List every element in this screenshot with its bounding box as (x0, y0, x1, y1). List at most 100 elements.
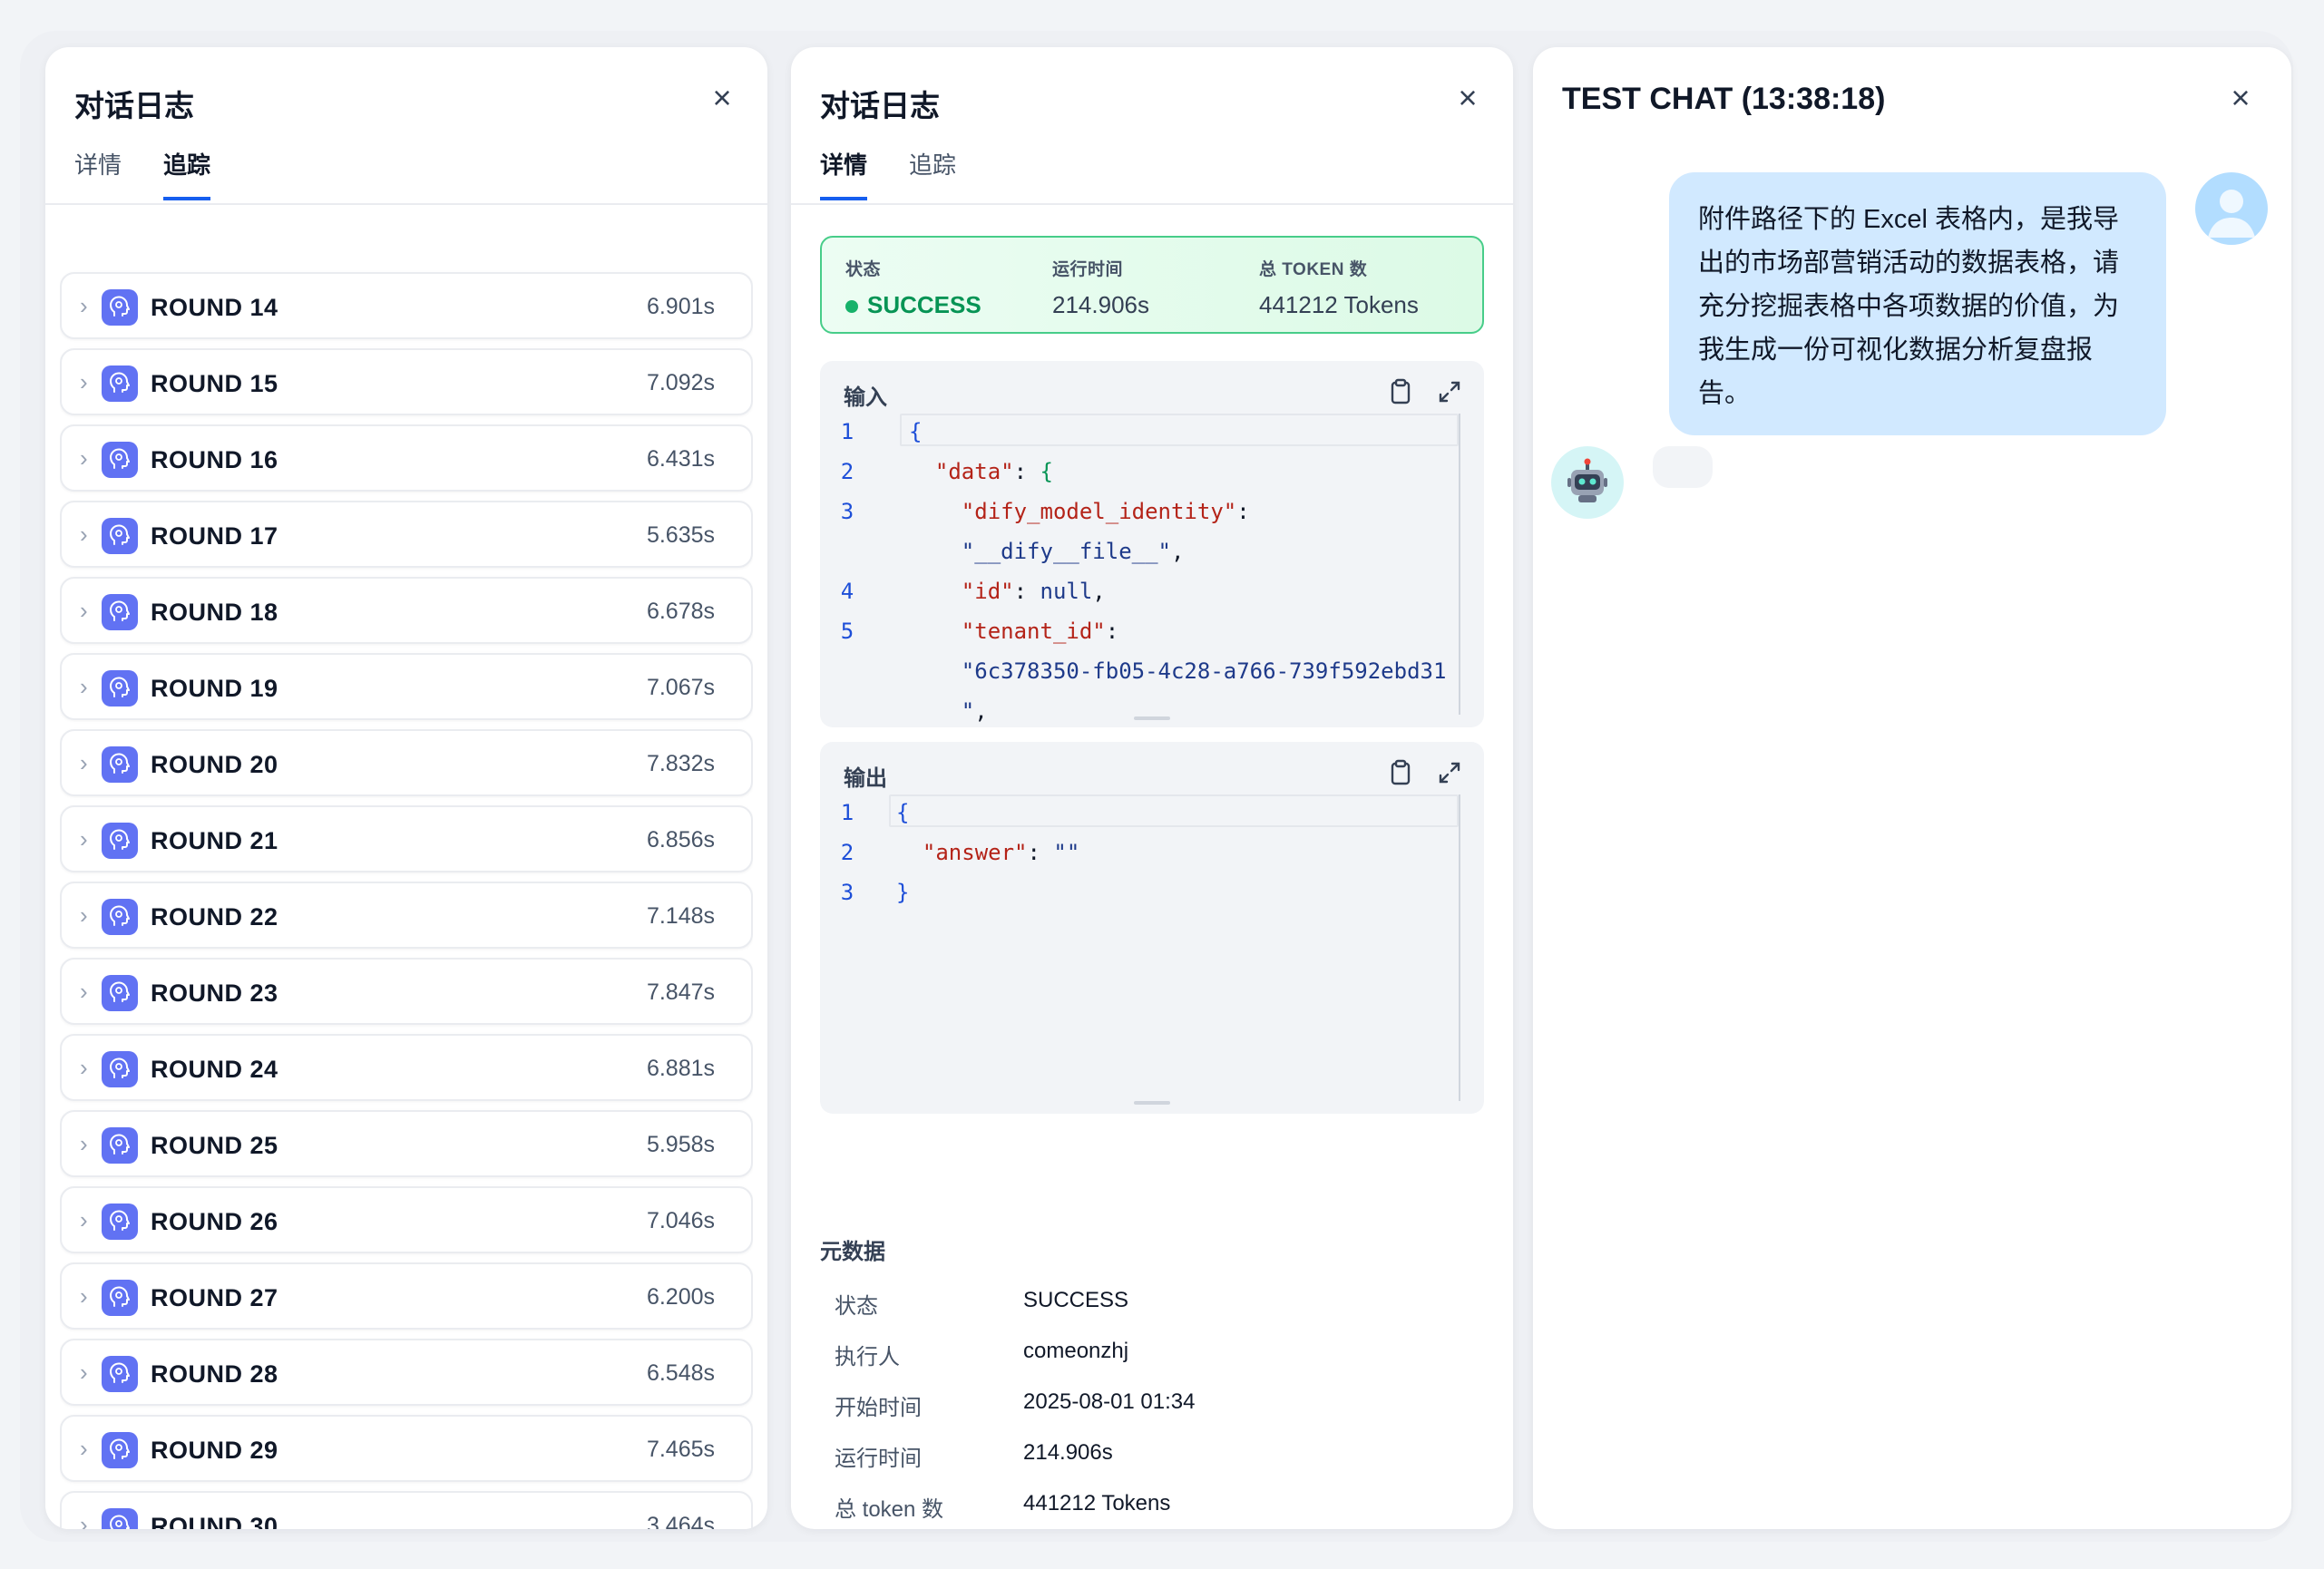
chevron-right-icon[interactable]: › (80, 1282, 88, 1310)
line-number: 5 (840, 619, 854, 644)
chevron-right-icon[interactable]: › (80, 749, 88, 776)
code-token: : (1013, 579, 1040, 604)
status-text: SUCCESS (867, 291, 981, 318)
code-text: { (909, 419, 922, 444)
round-item[interactable]: › ROUND 18 6.678s (60, 577, 753, 644)
line-number: 2 (840, 840, 854, 865)
round-item[interactable]: › ROUND 20 7.832s (60, 729, 753, 796)
code-token: "data" (934, 459, 1014, 484)
chevron-right-icon[interactable]: › (80, 825, 88, 853)
round-duration: 7.465s (646, 1437, 715, 1462)
round-label: ROUND 19 (151, 675, 278, 702)
code-token: : (1105, 619, 1119, 644)
metadata-key: 执行人 (835, 1345, 900, 1369)
round-label: ROUND 30 (151, 1513, 278, 1529)
round-label: ROUND 16 (151, 446, 278, 473)
round-item[interactable]: › ROUND 23 7.847s (60, 958, 753, 1025)
round-duration: 3.464s (646, 1513, 715, 1529)
runtime-column: 运行时间 214.906s (1052, 256, 1149, 319)
round-label: ROUND 21 (151, 827, 278, 854)
bot-typing-bubble (1653, 446, 1713, 488)
input-title: 输入 (844, 385, 887, 410)
brain-icon (102, 518, 138, 554)
round-item[interactable]: › ROUND 16 6.431s (60, 424, 753, 492)
resize-handle[interactable] (1134, 716, 1170, 720)
vertical-scrollbar[interactable] (1459, 794, 1460, 1101)
resize-handle[interactable] (1134, 1101, 1170, 1105)
tab-detail[interactable]: 详情 (820, 147, 868, 200)
tab-divider (791, 203, 1513, 205)
round-item[interactable]: › ROUND 26 7.046s (60, 1186, 753, 1253)
code-token: "answer" (922, 840, 1028, 865)
runtime-value: 214.906s (1052, 291, 1149, 318)
brain-icon (102, 442, 138, 478)
chevron-right-icon[interactable]: › (80, 1435, 88, 1462)
code-text: { (896, 800, 909, 825)
brain-icon (102, 1356, 138, 1392)
round-label: ROUND 26 (151, 1208, 278, 1235)
clipboard-icon[interactable] (1384, 756, 1417, 789)
round-item[interactable]: › ROUND 25 5.958s (60, 1110, 753, 1177)
line-number: 1 (840, 800, 854, 825)
expand-icon[interactable] (1433, 756, 1466, 789)
chevron-right-icon[interactable]: › (80, 1511, 88, 1529)
chevron-right-icon[interactable]: › (80, 521, 88, 548)
code-token: "__dify__file__" (961, 539, 1171, 564)
chevron-right-icon[interactable]: › (80, 597, 88, 624)
code-token: null (1040, 579, 1093, 604)
user-message-bubble: 附件路径下的 Excel 表格内，是我导出的市场部营销活动的数据表格，请充分挖掘… (1669, 172, 2166, 435)
user-avatar-icon (2195, 172, 2268, 245)
metadata-key: 总 token 数 (835, 1497, 944, 1522)
chevron-right-icon[interactable]: › (80, 1130, 88, 1157)
round-duration: 7.046s (646, 1208, 715, 1233)
round-item[interactable]: › ROUND 19 7.067s (60, 653, 753, 720)
round-item[interactable]: › ROUND 29 7.465s (60, 1415, 753, 1482)
round-item[interactable]: › ROUND 21 6.856s (60, 805, 753, 872)
round-item[interactable]: › ROUND 14 6.901s (60, 272, 753, 339)
metadata-value: 2025-08-01 01:34 (1023, 1389, 1196, 1414)
round-item[interactable]: › ROUND 17 5.635s (60, 501, 753, 568)
round-item[interactable]: › ROUND 15 7.092s (60, 348, 753, 415)
status-value: SUCCESS (845, 291, 981, 319)
chevron-right-icon[interactable]: › (80, 673, 88, 700)
expand-icon[interactable] (1433, 375, 1466, 408)
code-text: "__dify__file__", (909, 539, 1185, 564)
round-duration: 7.148s (646, 903, 715, 929)
round-item[interactable]: › ROUND 28 6.548s (60, 1339, 753, 1406)
round-item[interactable]: › ROUND 24 6.881s (60, 1034, 753, 1101)
status-column: 状态 SUCCESS (845, 256, 981, 319)
brain-icon (102, 823, 138, 859)
chevron-right-icon[interactable]: › (80, 901, 88, 929)
metadata-value: comeonzhj (1023, 1339, 1129, 1363)
chevron-right-icon[interactable]: › (80, 978, 88, 1005)
chevron-right-icon[interactable]: › (80, 368, 88, 395)
tab-detail[interactable]: 详情 (74, 147, 122, 197)
chevron-right-icon[interactable]: › (80, 444, 88, 472)
code-token: { (1040, 459, 1053, 484)
tab-trace[interactable]: 追踪 (909, 147, 956, 197)
line-number: 4 (840, 579, 854, 604)
status-card: 状态 SUCCESS 运行时间 214.906s 总 TOKEN 数 44121… (820, 236, 1484, 334)
brain-icon (102, 899, 138, 935)
code-text: "dify_model_identity": (909, 499, 1250, 524)
panel-title: 对话日志 (74, 89, 194, 122)
round-label: ROUND 17 (151, 522, 278, 550)
chevron-right-icon[interactable]: › (80, 292, 88, 319)
clipboard-icon[interactable] (1384, 375, 1417, 408)
input-code[interactable]: 1{2 "data": {3 "dify_model_identity": "_… (820, 414, 1459, 724)
brain-icon (102, 1280, 138, 1316)
close-icon[interactable]: × (2222, 80, 2259, 116)
chevron-right-icon[interactable]: › (80, 1054, 88, 1081)
chevron-right-icon[interactable]: › (80, 1359, 88, 1386)
chevron-right-icon[interactable]: › (80, 1206, 88, 1233)
round-item[interactable]: › ROUND 27 6.200s (60, 1262, 753, 1330)
output-code[interactable]: 1 {2 "answer": "" 3} (820, 794, 1459, 1096)
round-item[interactable]: › ROUND 30 3.464s (60, 1491, 753, 1529)
vertical-scrollbar[interactable] (1459, 414, 1460, 715)
tab-trace[interactable]: 追踪 (163, 147, 211, 200)
close-icon[interactable]: × (704, 80, 740, 116)
close-icon[interactable]: × (1450, 80, 1486, 116)
round-item[interactable]: › ROUND 22 7.148s (60, 882, 753, 949)
tokens-column: 总 TOKEN 数 441212 Tokens (1259, 256, 1419, 319)
